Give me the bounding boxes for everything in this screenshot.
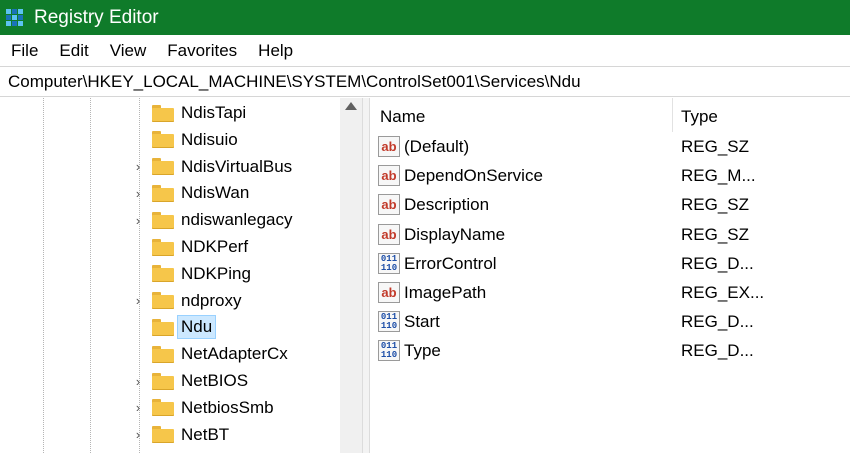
tree-item[interactable]: NDKPing [130,261,251,287]
tree-item[interactable]: › NetBIOS [130,368,248,394]
column-separator[interactable] [672,98,673,132]
menu-favorites[interactable]: Favorites [156,41,247,61]
chevron-right-icon[interactable]: › [130,159,146,174]
value-type: REG_SZ [681,195,750,215]
column-header-name[interactable]: Name [380,107,425,127]
tree-item-label: NdisVirtualBus [181,156,293,176]
value-name: ErrorControl [404,253,497,273]
chevron-right-icon[interactable]: › [130,293,146,308]
folder-icon [152,292,174,310]
tree-item-label: NDKPing [181,263,251,283]
value-name: DisplayName [404,224,506,244]
tree-guide-line [90,98,91,453]
string-value-icon: ab [378,136,400,157]
folder-icon [152,238,174,256]
folder-icon [152,345,174,363]
tree-item-label: NetbiosSmb [181,397,274,417]
folder-icon [152,184,174,202]
tree-item[interactable]: › NetBT [130,422,229,448]
tree-item[interactable]: › ndproxy [130,288,242,314]
folder-icon [152,265,174,283]
binary-value-icon: 011 110 [378,311,400,333]
address-bar[interactable]: Computer\HKEY_LOCAL_MACHINE\SYSTEM\Contr… [0,66,850,97]
tree-item-label: Ndisuio [181,129,238,149]
value-type: REG_SZ [681,224,750,244]
tree-item[interactable]: Ndisuio [130,127,238,153]
key-tree[interactable]: NdisTapi Ndisuio › NdisVirtualBus › NdisWan › n… [0,98,362,453]
title-bar[interactable]: Registry Editor [0,0,850,35]
tree-item-label: ndproxy [181,290,242,310]
tree-item[interactable]: › NdisWan [130,180,250,206]
value-type: REG_EX... [681,283,765,302]
folder-icon [152,211,174,229]
menu-edit[interactable]: Edit [48,41,98,61]
tree-guide-line [43,98,44,453]
folder-icon [152,318,174,336]
value-name: Description [404,195,490,215]
tree-item[interactable]: Ndu [130,314,217,340]
chevron-right-icon[interactable]: › [130,186,146,201]
value-row[interactable]: ab Description REG_SZ [370,190,850,219]
tree-scrollbar[interactable] [340,98,362,453]
folder-icon [152,399,174,417]
string-value-icon: ab [378,165,400,187]
tree-item[interactable]: › NdisVirtualBus [130,154,292,180]
value-name: Type [404,341,441,361]
registry-editor-icon [6,8,24,27]
value-type: REG_D... [681,253,754,273]
tree-item-label: ndiswanlegacy [181,210,293,230]
folder-icon [152,131,174,149]
tree-item-label: NetAdapterCx [181,344,288,364]
pane-splitter[interactable] [362,98,370,453]
string-value-icon: ab [378,223,400,245]
tree-item[interactable]: NDKPerf [130,234,248,260]
values-list[interactable]: Name Type ab (Default) REG_SZ ab DependOnSer… [370,98,850,453]
chevron-right-icon[interactable]: › [130,400,146,415]
column-header-type[interactable]: Type [681,107,718,127]
folder-icon [152,426,174,444]
value-name: Start [404,312,440,332]
folder-icon [152,372,174,390]
value-row[interactable]: ab DisplayName REG_SZ [370,220,850,249]
value-row[interactable]: 011 110 Type REG_D... [370,336,850,365]
tree-item[interactable]: NetAdapterCx [130,341,288,367]
menu-file[interactable]: File [0,41,48,61]
menu-view[interactable]: View [99,41,157,61]
list-header: Name Type [370,98,850,132]
value-name: DependOnService [404,166,543,186]
tree-item[interactable]: NdisTapi [130,100,246,126]
menu-bar: File Edit View Favorites Help [0,35,850,66]
binary-value-icon: 011 110 [378,252,400,274]
value-type: REG_D... [681,312,754,332]
tree-item[interactable]: › ndiswanlegacy [130,207,293,233]
value-name: ImagePath [404,283,487,302]
chevron-right-icon[interactable]: › [130,427,146,442]
chevron-right-icon[interactable]: › [130,374,146,389]
tree-item-label: NDKPerf [181,237,249,256]
value-row[interactable]: ab (Default) REG_SZ [370,132,850,161]
chevron-right-icon[interactable]: › [130,213,146,228]
value-type: REG_SZ [681,137,750,156]
folder-icon [152,158,174,176]
string-value-icon: ab [378,282,400,303]
value-type: REG_M... [681,166,756,186]
value-type: REG_D... [681,341,754,361]
tree-item-label: NetBT [181,424,230,444]
folder-icon [152,104,174,122]
scroll-up-arrow-icon[interactable] [345,102,357,110]
value-row[interactable]: ab ImagePath REG_EX... [370,278,850,307]
tree-item-label: Ndu [176,315,217,340]
value-name: (Default) [404,137,470,156]
tree-item[interactable]: › NetbiosSmb [130,395,274,421]
tree-item-label: NetBIOS [181,371,249,390]
value-row[interactable]: ab DependOnService REG_M... [370,161,850,190]
tree-item-label: NdisWan [181,183,250,203]
menu-help[interactable]: Help [247,41,303,61]
tree-item-label: NdisTapi [181,103,247,122]
value-row[interactable]: 011 110 ErrorControl REG_D... [370,249,850,278]
string-value-icon: ab [378,194,400,216]
binary-value-icon: 011 110 [378,340,400,362]
window-title: Registry Editor [34,6,159,28]
value-row[interactable]: 011 110 Start REG_D... [370,307,850,336]
